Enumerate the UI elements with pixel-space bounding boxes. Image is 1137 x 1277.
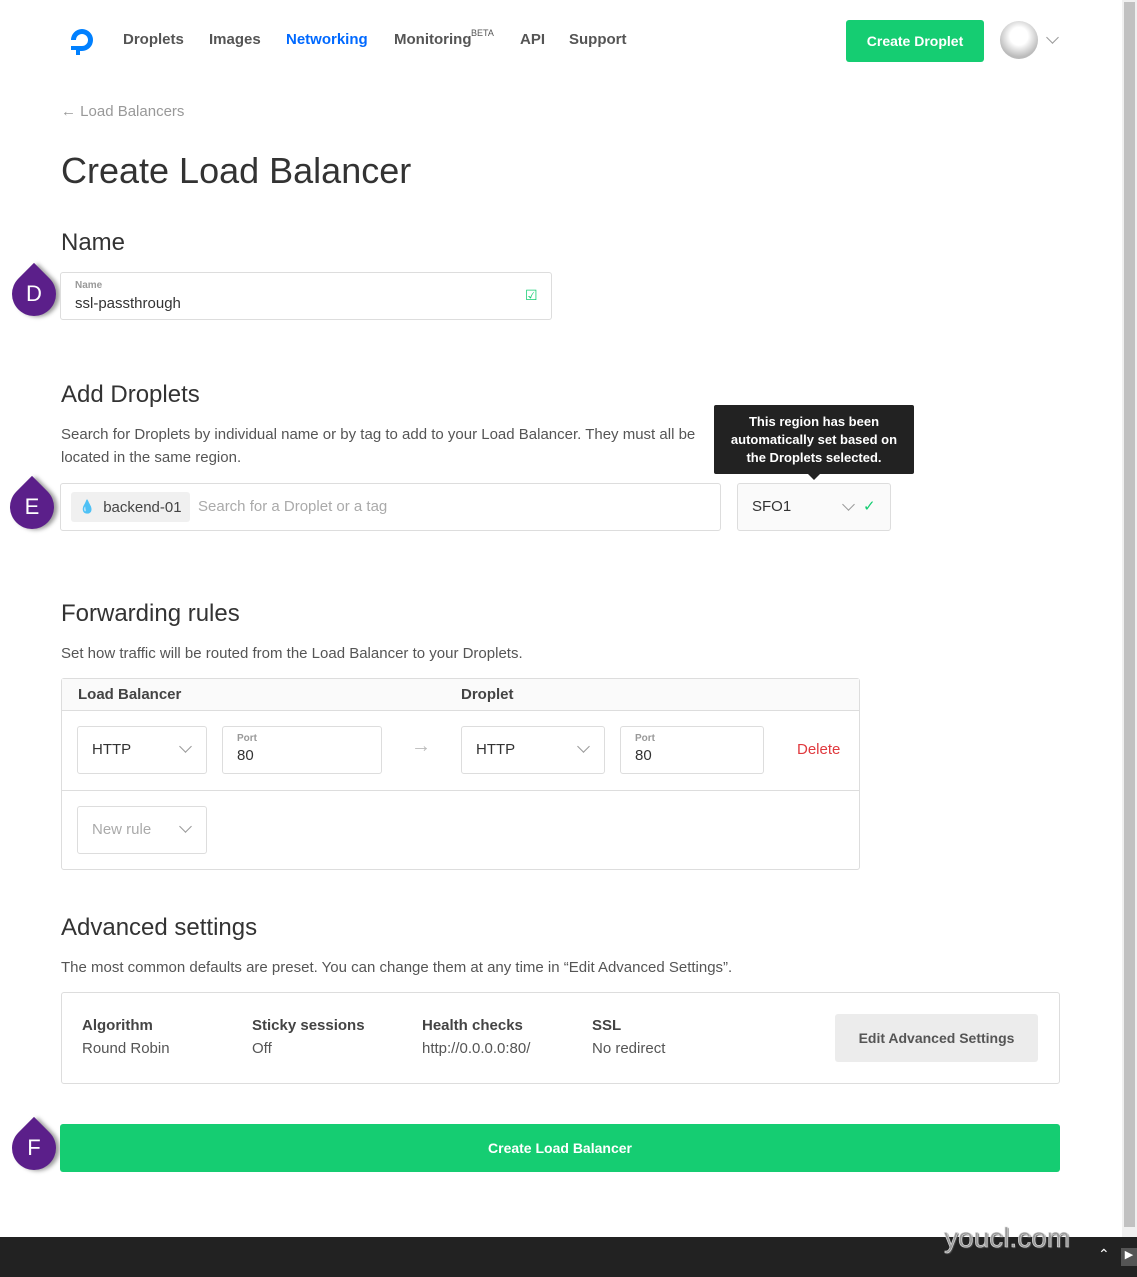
chevron-down-icon xyxy=(577,740,590,753)
name-input[interactable]: Name ssl-passthrough ☑ xyxy=(60,272,552,320)
arrow-right-icon: → xyxy=(411,735,431,757)
add-droplets-heading: Add Droplets xyxy=(61,381,200,408)
droplet-search-input[interactable]: 💧 backend-01 Search for a Droplet or a ta… xyxy=(60,483,721,531)
forwarding-heading: Forwarding rules xyxy=(61,600,240,627)
nav-networking[interactable]: Networking xyxy=(286,31,368,48)
lb-protocol-select[interactable]: HTTP xyxy=(77,726,207,774)
column-header-droplet: Droplet xyxy=(461,686,514,703)
checked-clipboard-icon: ☑ xyxy=(525,287,538,303)
column-header-load-balancer: Load Balancer xyxy=(78,686,182,703)
setting-algorithm: Algorithm Round Robin xyxy=(82,1017,170,1057)
breadcrumb-label: Load Balancers xyxy=(80,103,185,120)
droplet-icon: 💧 xyxy=(79,499,96,514)
region-select[interactable]: SFO1 ✓ xyxy=(737,483,891,531)
annotation-badge-f: F xyxy=(2,1116,66,1180)
beta-label: BETA xyxy=(471,28,494,38)
setting-sticky-sessions: Sticky sessions Off xyxy=(252,1017,365,1057)
nav-droplets[interactable]: Droplets xyxy=(123,31,184,48)
annotation-badge-e: E xyxy=(0,475,64,539)
chevron-down-icon xyxy=(179,820,192,833)
setting-ssl: SSL No redirect xyxy=(592,1017,666,1057)
create-droplet-button[interactable]: Create Droplet xyxy=(846,20,984,62)
droplet-tag-label: backend-01 xyxy=(103,498,182,516)
chevron-down-icon[interactable] xyxy=(1046,31,1059,44)
region-value: SFO1 xyxy=(752,498,792,515)
droplet-port-input[interactable]: Port 80 xyxy=(620,726,764,774)
avatar[interactable] xyxy=(1000,21,1038,59)
advanced-description: The most common defaults are preset. You… xyxy=(61,959,733,976)
new-rule-select[interactable]: New rule xyxy=(77,806,207,854)
page-title: Create Load Balancer xyxy=(61,150,412,191)
speaker-icon[interactable]: ▶ xyxy=(1121,1248,1137,1266)
annotation-badge-d: D xyxy=(2,262,66,326)
edit-advanced-settings-button[interactable]: Edit Advanced Settings xyxy=(835,1014,1038,1062)
digitalocean-logo[interactable] xyxy=(66,25,100,55)
name-heading: Name xyxy=(61,229,126,256)
chevron-down-icon xyxy=(179,740,192,753)
nav-images[interactable]: Images xyxy=(209,31,261,48)
search-placeholder: Search for a Droplet or a tag xyxy=(198,498,388,515)
forwarding-description: Set how traffic will be routed from the … xyxy=(61,645,523,662)
check-icon: ✓ xyxy=(863,498,876,515)
create-load-balancer-button[interactable]: Create Load Balancer xyxy=(60,1124,1060,1172)
breadcrumb[interactable]: ← Load Balancers xyxy=(61,103,184,120)
scrollbar[interactable] xyxy=(1122,0,1137,1237)
add-droplets-description: Search for Droplets by individual name o… xyxy=(61,426,696,466)
name-value: ssl-passthrough xyxy=(75,295,181,312)
nav-api[interactable]: API xyxy=(520,31,545,48)
watermark: youcl.com xyxy=(944,1222,1071,1254)
tray-chevron-up-icon[interactable]: ⌃ xyxy=(1098,1246,1110,1263)
lb-port-input[interactable]: Port 80 xyxy=(222,726,382,774)
arrow-left-icon: ← xyxy=(61,103,81,120)
advanced-settings-panel: Algorithm Round Robin Sticky sessions Off … xyxy=(61,992,1060,1084)
advanced-heading: Advanced settings xyxy=(61,914,258,941)
nav-support[interactable]: Support xyxy=(569,31,627,48)
droplet-tag[interactable]: 💧 backend-01 xyxy=(71,492,190,522)
nav-monitoring[interactable]: Monitoring xyxy=(394,31,471,48)
chevron-down-icon xyxy=(842,498,855,511)
droplet-protocol-select[interactable]: HTTP xyxy=(461,726,605,774)
delete-rule-link[interactable]: Delete xyxy=(797,741,840,758)
name-field-label: Name xyxy=(75,280,103,291)
setting-health-checks: Health checks http://0.0.0.0:80/ xyxy=(422,1017,531,1057)
region-tooltip: This region has been automatically set b… xyxy=(714,405,914,474)
